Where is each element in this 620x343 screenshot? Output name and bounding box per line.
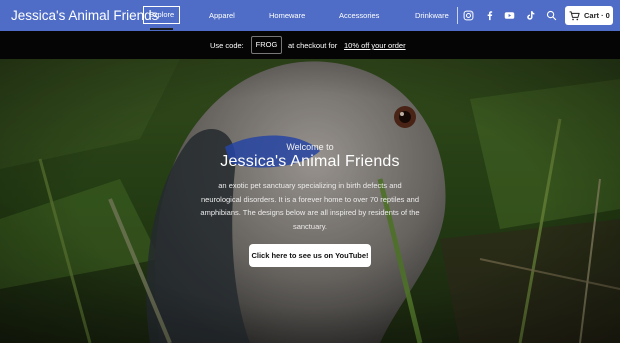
instagram-icon[interactable] [463,10,474,21]
hero-title: Jessica's Animal Friends [220,153,400,170]
nav-explore[interactable]: Explore [143,6,180,24]
nav-active-indicator [150,28,173,30]
youtube-icon[interactable] [504,10,515,21]
promo-bar: Use code: FROG at checkout for 10% off y… [0,31,620,59]
nav-drinkware[interactable]: Drinkware [415,0,449,31]
promo-middle-text: at checkout for [288,41,338,50]
facebook-icon[interactable] [484,10,495,21]
cart-label: Cart · 0 [584,11,610,20]
promo-discount-link[interactable]: 10% off your order [344,41,406,50]
brand-logo-text[interactable]: Jessica's Animal Friends [11,8,158,23]
cart-icon [569,10,580,20]
hero-content: Welcome to Jessica's Animal Friends an e… [0,59,620,343]
nav-homeware[interactable]: Homeware [269,0,305,31]
youtube-cta-button[interactable]: Click here to see us on YouTube! [249,244,371,267]
search-icon[interactable] [546,10,557,21]
header-divider [457,7,458,24]
hero-welcome: Welcome to [286,142,334,152]
tiktok-icon[interactable] [525,10,536,21]
promo-prefix: Use code: [210,41,244,50]
hero-section: Welcome to Jessica's Animal Friends an e… [0,59,620,343]
promo-code-badge: FROG [251,36,282,54]
site-header: Jessica's Animal Friends Explore Apparel… [0,0,620,31]
cart-button[interactable]: Cart · 0 [565,6,613,25]
hero-description: an exotic pet sanctuary specializing in … [200,181,420,231]
nav-apparel[interactable]: Apparel [209,0,235,31]
nav-accessories[interactable]: Accessories [339,0,379,31]
